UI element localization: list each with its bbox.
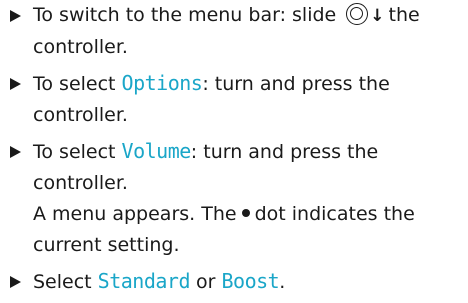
- step-arrow-icon: [10, 0, 24, 31]
- step-arrow-icon: [10, 68, 24, 99]
- step-select-standard-boost: Select Standard or Boost.: [10, 266, 462, 298]
- menu-keyword-options: Options: [121, 71, 203, 95]
- result-text: A menu appears. The: [33, 203, 237, 225]
- menu-keyword-volume: Volume: [121, 139, 192, 163]
- step-arrow-icon: [10, 266, 24, 297]
- step-select-volume: To select Volume: turn and press the con…: [10, 136, 462, 261]
- step-text: or: [189, 271, 222, 293]
- step-text: Select: [33, 271, 98, 293]
- step-text: .: [279, 271, 286, 293]
- down-arrow-icon: ↓: [370, 6, 385, 26]
- menu-keyword-boost: Boost: [221, 269, 280, 293]
- step-text: To switch to the menu bar: slide: [33, 4, 337, 26]
- step-select-options: To select Options: turn and press the co…: [10, 68, 462, 131]
- step-result: A menu appears. The dot indicates the cur…: [33, 199, 462, 261]
- step-text: To select: [33, 73, 122, 95]
- menu-keyword-standard: Standard: [97, 269, 191, 293]
- step-switch-menu-bar: To switch to the menu bar: slide ↓ the co…: [10, 0, 462, 63]
- step-text: To select: [33, 141, 122, 163]
- step-arrow-icon: [10, 136, 24, 167]
- controller-icon: [346, 3, 369, 25]
- current-setting-dot-icon: [241, 209, 250, 217]
- instruction-list: To switch to the menu bar: slide ↓ the co…: [10, 0, 462, 303]
